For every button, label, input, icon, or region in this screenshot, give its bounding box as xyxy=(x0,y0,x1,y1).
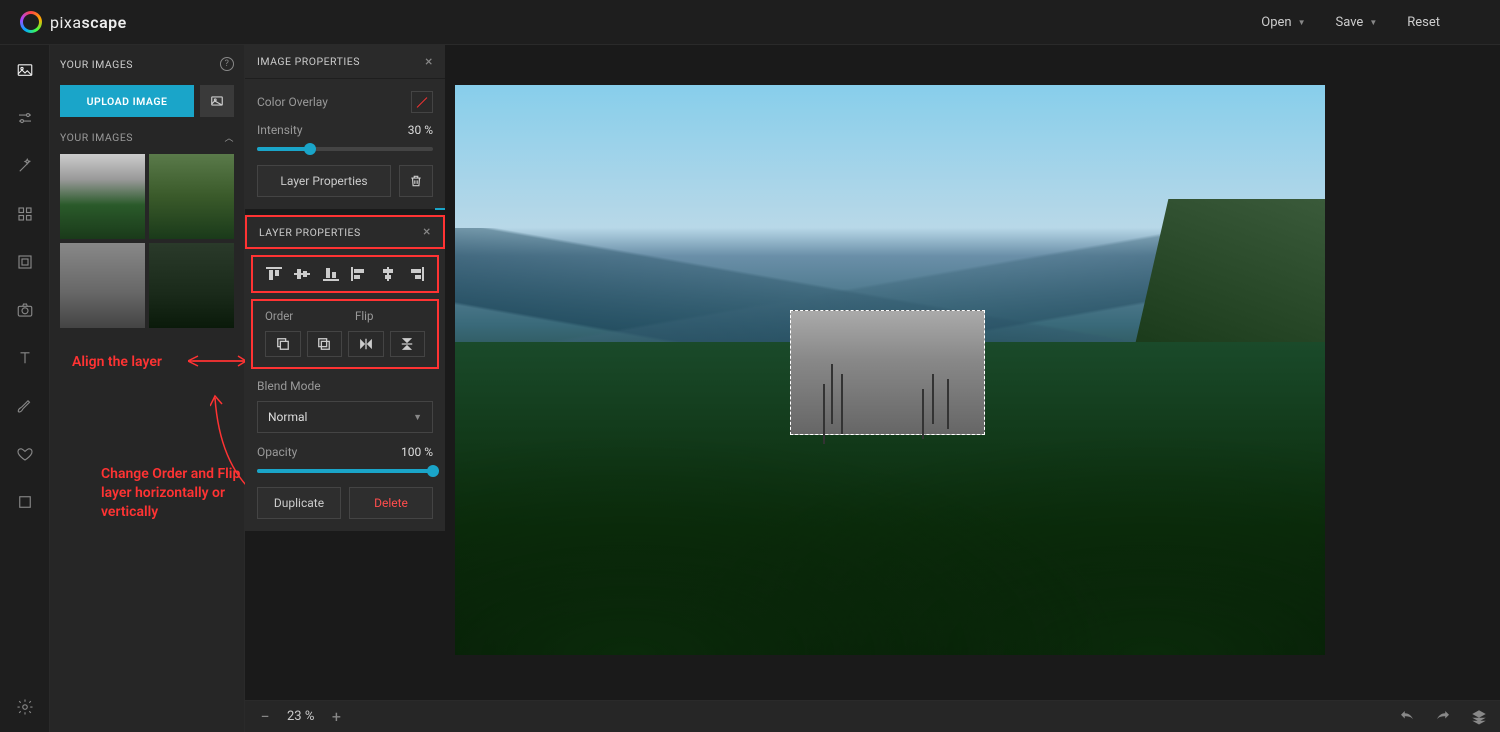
layer-properties-button[interactable]: Layer Properties xyxy=(257,165,391,197)
image-properties-panel: IMAGE PROPERTIES × Color Overlay Intensi… xyxy=(245,45,445,209)
images-panel: YOUR IMAGES ? UPLOAD IMAGE YOUR IMAGES ︿ xyxy=(50,45,245,732)
chevron-up-icon: ︿ xyxy=(224,131,234,144)
blend-mode-select[interactable]: Normal ▼ xyxy=(257,401,433,433)
camera-tool-icon[interactable] xyxy=(15,300,35,320)
image-tool-icon[interactable] xyxy=(15,60,35,80)
image-thumb[interactable] xyxy=(149,243,234,328)
flip-horizontal-button[interactable] xyxy=(348,331,384,357)
intensity-label: Intensity xyxy=(257,123,303,137)
image-thumb[interactable] xyxy=(60,154,145,239)
delete-layer-icon-button[interactable] xyxy=(399,165,433,197)
duplicate-button[interactable]: Duplicate xyxy=(257,487,341,519)
selected-layer[interactable] xyxy=(790,310,985,435)
align-buttons-row xyxy=(251,255,439,293)
chevron-down-icon: ▼ xyxy=(413,412,422,423)
order-front-button[interactable] xyxy=(307,331,343,357)
opacity-value: 100 % xyxy=(401,445,433,459)
layer-properties-panel: LAYER PROPERTIES × Order Flip Blend xyxy=(245,215,445,531)
zoom-in-button[interactable]: + xyxy=(328,707,344,726)
align-left-icon[interactable] xyxy=(346,263,372,285)
tool-rail xyxy=(0,45,50,732)
layers-icon[interactable] xyxy=(1470,708,1488,726)
close-icon[interactable]: × xyxy=(425,54,433,70)
align-right-icon[interactable] xyxy=(403,263,429,285)
flip-vertical-button[interactable] xyxy=(390,331,426,357)
frame-tool-icon[interactable] xyxy=(15,252,35,272)
canvas-area[interactable] xyxy=(445,45,1500,700)
crop-tool-icon[interactable] xyxy=(15,492,35,512)
logo-text: pixascape xyxy=(50,13,127,32)
order-label: Order xyxy=(265,309,355,323)
zoom-out-button[interactable]: − xyxy=(257,707,273,726)
help-icon[interactable]: ? xyxy=(220,57,234,71)
align-bottom-icon[interactable] xyxy=(318,263,344,285)
opacity-slider[interactable] xyxy=(257,469,433,473)
intensity-slider[interactable] xyxy=(257,147,433,151)
settings-icon[interactable] xyxy=(15,697,35,717)
menu-reset[interactable]: Reset xyxy=(1407,15,1440,30)
upload-image-button[interactable]: UPLOAD IMAGE xyxy=(60,85,194,117)
adjust-tool-icon[interactable] xyxy=(15,108,35,128)
wand-tool-icon[interactable] xyxy=(15,156,35,176)
align-v-center-icon[interactable] xyxy=(289,263,315,285)
delete-button[interactable]: Delete xyxy=(349,487,433,519)
order-flip-row: Order Flip xyxy=(251,299,439,369)
image-thumb[interactable] xyxy=(149,154,234,239)
menu-save[interactable]: Save▼ xyxy=(1336,15,1378,30)
intensity-value: 30 % xyxy=(408,123,433,137)
brush-tool-icon[interactable] xyxy=(15,396,35,416)
color-overlay-swatch[interactable] xyxy=(411,91,433,113)
logo-icon xyxy=(20,11,42,33)
canvas-image[interactable] xyxy=(455,85,1325,655)
layer-properties-title: LAYER PROPERTIES xyxy=(259,226,361,239)
chevron-down-icon: ▼ xyxy=(1369,18,1377,27)
undo-icon[interactable] xyxy=(1398,708,1416,726)
bottom-bar: − 23 % + xyxy=(245,700,1500,732)
align-h-center-icon[interactable] xyxy=(375,263,401,285)
redo-icon[interactable] xyxy=(1434,708,1452,726)
opacity-label: Opacity xyxy=(257,445,297,459)
elements-tool-icon[interactable] xyxy=(15,204,35,224)
align-top-icon[interactable] xyxy=(261,263,287,285)
color-overlay-label: Color Overlay xyxy=(257,95,328,109)
image-library-button[interactable] xyxy=(200,85,234,117)
close-icon[interactable]: × xyxy=(423,224,431,240)
text-tool-icon[interactable] xyxy=(15,348,35,368)
chevron-down-icon: ▼ xyxy=(1298,18,1306,27)
app-header: pixascape Open▼ Save▼ Reset xyxy=(0,0,1500,45)
blend-mode-label: Blend Mode xyxy=(257,379,433,393)
flip-label: Flip xyxy=(355,309,373,323)
menu-open[interactable]: Open▼ xyxy=(1261,15,1305,30)
zoom-value: 23 % xyxy=(287,709,314,724)
your-images-section[interactable]: YOUR IMAGES ︿ xyxy=(60,131,234,144)
image-thumb[interactable] xyxy=(60,243,145,328)
image-properties-title: IMAGE PROPERTIES xyxy=(257,55,360,68)
images-panel-title: YOUR IMAGES xyxy=(60,58,133,71)
order-back-button[interactable] xyxy=(265,331,301,357)
app-logo: pixascape xyxy=(20,11,127,33)
heart-tool-icon[interactable] xyxy=(15,444,35,464)
